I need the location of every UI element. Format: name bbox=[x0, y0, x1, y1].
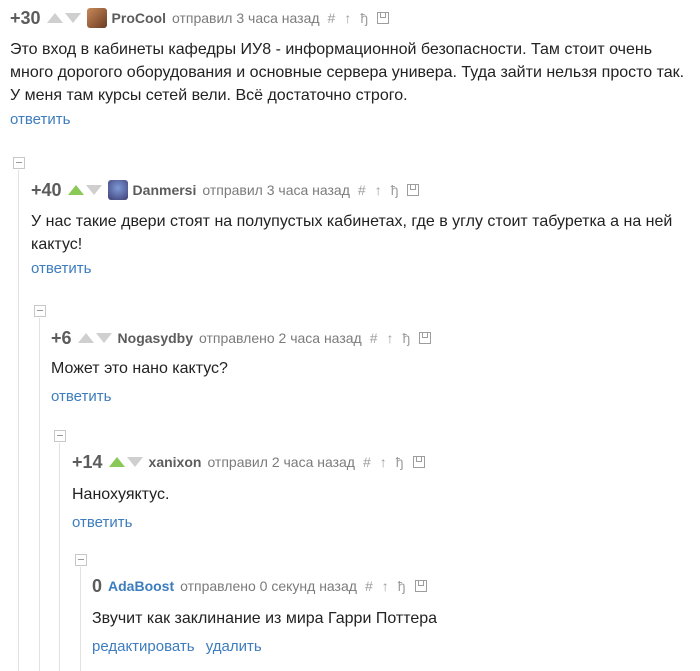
thread-line bbox=[59, 443, 60, 671]
comment-time: отправлено 2 часа назад bbox=[199, 330, 362, 346]
up-to-parent-icon[interactable]: ↑ bbox=[380, 454, 387, 470]
hash-icon[interactable]: # bbox=[358, 182, 366, 198]
hash-icon[interactable]: # bbox=[365, 578, 373, 594]
comment-author[interactable]: AdaBoost bbox=[108, 578, 174, 594]
comment-2: +40 Danmersi отправил 3 часа назад # ↑ ђ… bbox=[31, 178, 695, 278]
comment-time: отправил 2 часа назад bbox=[207, 454, 355, 470]
thread-line bbox=[80, 567, 81, 671]
comment-text: Может это нано кактус? bbox=[51, 360, 228, 377]
up-to-parent-icon[interactable]: ↑ bbox=[387, 330, 394, 346]
thread-line bbox=[39, 318, 40, 671]
comment-text: У нас такие двери стоят на полупустых ка… bbox=[31, 213, 673, 253]
save-icon[interactable] bbox=[419, 332, 432, 344]
comment-time: отправил 3 часа назад bbox=[172, 10, 320, 26]
upvote-icon[interactable] bbox=[67, 185, 84, 195]
comment-rating: +14 bbox=[72, 451, 103, 472]
branch-icon[interactable]: ђ bbox=[360, 10, 368, 26]
upvote-icon[interactable] bbox=[108, 457, 125, 467]
comment-tools: # ↑ ђ bbox=[328, 10, 390, 26]
collapse-button[interactable] bbox=[13, 157, 25, 169]
upvote-icon[interactable] bbox=[46, 13, 63, 23]
avatar[interactable] bbox=[86, 8, 107, 28]
comment-rating: +30 bbox=[10, 7, 41, 28]
reply-link[interactable]: ответить bbox=[10, 111, 70, 128]
comment-header: +30 ProCool отправил 3 часа назад # ↑ ђ bbox=[10, 6, 695, 30]
comment-text: Нанохуяктус. bbox=[72, 486, 170, 503]
comment-actions: ответить bbox=[72, 514, 695, 531]
collapse-button[interactable] bbox=[75, 554, 87, 566]
branch-icon[interactable]: ђ bbox=[398, 578, 406, 594]
comment-time: отправил 3 часа назад bbox=[202, 182, 350, 198]
comment-header: +6 Nogasydby отправлено 2 часа назад # ↑… bbox=[51, 326, 695, 350]
downvote-icon[interactable] bbox=[64, 13, 81, 23]
downvote-icon[interactable] bbox=[95, 333, 112, 343]
collapse-button[interactable] bbox=[34, 305, 46, 317]
reply-link[interactable]: ответить bbox=[72, 514, 132, 531]
up-to-parent-icon[interactable]: ↑ bbox=[375, 182, 382, 198]
comment-rating: 0 bbox=[92, 575, 103, 596]
branch-icon[interactable]: ђ bbox=[403, 330, 411, 346]
hash-icon[interactable]: # bbox=[370, 330, 378, 346]
collapse-button[interactable] bbox=[54, 430, 66, 442]
comment-rating: +6 bbox=[51, 327, 72, 348]
comment-actions: редактировать удалить bbox=[92, 638, 695, 655]
save-icon[interactable] bbox=[407, 184, 420, 196]
comment-tools: # ↑ ђ bbox=[363, 454, 425, 470]
comment-1: +30 ProCool отправил 3 часа назад # ↑ ђ … bbox=[10, 6, 695, 129]
comment-header: +40 Danmersi отправил 3 часа назад # ↑ ђ bbox=[31, 178, 695, 202]
comment-author[interactable]: ProCool bbox=[112, 10, 166, 26]
save-icon[interactable] bbox=[412, 456, 425, 468]
comment-author[interactable]: Nogasydby bbox=[118, 330, 193, 346]
save-icon[interactable] bbox=[414, 580, 427, 592]
comment-header: 0 AdaBoost отправлено 0 секунд назад # ↑… bbox=[92, 574, 695, 598]
comment-5: 0 AdaBoost отправлено 0 секунд назад # ↑… bbox=[92, 574, 695, 656]
upvote-icon[interactable] bbox=[77, 333, 94, 343]
comment-text: Звучит как заклинание из мира Гарри Потт… bbox=[92, 610, 438, 627]
comment-author[interactable]: xanixon bbox=[149, 454, 202, 470]
comment-tools: # ↑ ђ bbox=[370, 330, 432, 346]
save-icon[interactable] bbox=[377, 12, 390, 24]
comment-4: +14 xanixon отправил 2 часа назад # ↑ ђ … bbox=[72, 450, 695, 531]
edit-link[interactable]: редактировать bbox=[92, 638, 195, 655]
thread-line bbox=[18, 170, 19, 671]
comment-actions: ответить bbox=[31, 260, 695, 277]
delete-link[interactable]: удалить bbox=[206, 638, 262, 655]
reply-link[interactable]: ответить bbox=[51, 388, 111, 405]
comment-actions: ответить bbox=[51, 388, 695, 405]
comment-text: Это вход в кабинеты кафедры ИУ8 - информ… bbox=[10, 41, 685, 104]
comment-header: +14 xanixon отправил 2 часа назад # ↑ ђ bbox=[72, 450, 695, 474]
downvote-icon[interactable] bbox=[85, 185, 102, 195]
branch-icon[interactable]: ђ bbox=[396, 454, 404, 470]
comment-time: отправлено 0 секунд назад bbox=[180, 578, 357, 594]
comment-tools: # ↑ ђ bbox=[358, 182, 420, 198]
hash-icon[interactable]: # bbox=[363, 454, 371, 470]
downvote-icon[interactable] bbox=[126, 457, 143, 467]
reply-link[interactable]: ответить bbox=[31, 260, 91, 277]
up-to-parent-icon[interactable]: ↑ bbox=[344, 10, 351, 26]
avatar[interactable] bbox=[107, 180, 128, 200]
hash-icon[interactable]: # bbox=[328, 10, 336, 26]
comment-tools: # ↑ ђ bbox=[365, 578, 427, 594]
branch-icon[interactable]: ђ bbox=[391, 182, 399, 198]
comment-rating: +40 bbox=[31, 179, 62, 200]
comment-actions: ответить bbox=[10, 111, 695, 128]
up-to-parent-icon[interactable]: ↑ bbox=[382, 578, 389, 594]
comment-author[interactable]: Danmersi bbox=[133, 182, 197, 198]
comment-3: +6 Nogasydby отправлено 2 часа назад # ↑… bbox=[51, 326, 695, 405]
